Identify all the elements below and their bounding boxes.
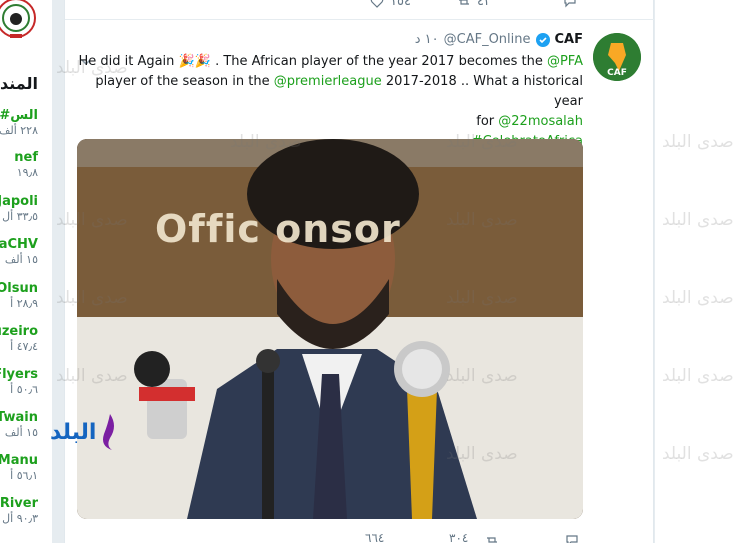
mention-mosalah[interactable]: @22mosalah xyxy=(498,114,583,129)
trend-count: ٢٨٫٩ أ xyxy=(10,297,38,310)
trend-count: ١٥ ألف xyxy=(4,426,38,439)
mention-premierleague[interactable]: @premierleague xyxy=(274,74,382,89)
press-conference-photo xyxy=(77,139,583,519)
tweet-display-name[interactable]: CAF xyxy=(555,32,583,47)
reply-icon xyxy=(564,0,576,8)
trend-count: ٥٠٫٦ أ xyxy=(10,383,38,396)
trends-panel: المند #الس ٢٢٨ ألف nef ١٩٫٨ Japoli ٣٣٫٥ … xyxy=(0,0,52,543)
tweet-likes-count: ٦٦٤ xyxy=(365,531,385,543)
trend-item[interactable]: Flyers ٥٠٫٦ أ xyxy=(0,367,38,397)
party-emoji: 🎉🎉 xyxy=(178,54,211,69)
trend-item[interactable]: aCHV ١٥ ألف xyxy=(0,237,38,267)
site-logo-text: البلد xyxy=(50,420,97,445)
trend-count: ١٥ ألف xyxy=(4,253,38,266)
avatar[interactable]: CAF xyxy=(593,33,641,81)
tweet-text-segment: He did it Again xyxy=(78,54,175,69)
previous-likes-count: ١٥٤ xyxy=(390,0,411,9)
tweet-retweets-count: ٣٠٤ xyxy=(449,531,469,543)
previous-likes[interactable]: ١٥٤ xyxy=(370,0,411,9)
tweet-photo[interactable]: Offic onsor xyxy=(77,139,583,519)
site-logo: البلد xyxy=(50,408,122,454)
trend-item[interactable]: River ٩٠٫٣ أل xyxy=(0,496,38,526)
tweet-handle[interactable]: @CAF_Online xyxy=(444,32,531,47)
trend-count: ٤٧٫٤ أ xyxy=(10,340,38,353)
trend-item[interactable]: Twain ١٥ ألف xyxy=(0,410,38,440)
caf-logo-icon: CAF xyxy=(593,33,641,81)
previous-retweets[interactable]: ٤٢ xyxy=(457,0,491,9)
trend-name[interactable]: Twain xyxy=(0,410,38,426)
trend-name[interactable]: Manu xyxy=(0,453,38,469)
previous-tweet-actions: ١٥٤ ٤٢ xyxy=(65,0,655,20)
trend-name[interactable]: #الس xyxy=(0,108,38,124)
background-sponsor-text: Offic onsor xyxy=(155,207,401,251)
retweet-icon xyxy=(459,0,469,5)
timeline: ١٥٤ ٤٢ CAF ١٠ د @CAF_Online CAF He did i… xyxy=(64,0,655,543)
heart-icon xyxy=(370,0,384,8)
trend-count: ٩٠٫٣ أل xyxy=(2,512,38,525)
trend-item[interactable]: #الس ٢٢٨ ألف xyxy=(0,108,38,138)
tweet-text-segment: 2017-2018 .. What a historical year xyxy=(381,74,583,109)
tweet[interactable]: CAF ١٠ د @CAF_Online CAF He did it Again… xyxy=(65,21,655,543)
trend-count: ١٩٫٨ xyxy=(16,166,38,179)
tweet-text-segment: for xyxy=(476,114,499,129)
trend-name[interactable]: aCHV xyxy=(0,237,38,253)
trend-name[interactable]: River xyxy=(0,496,38,512)
trend-item[interactable]: uzeiro ٤٧٫٤ أ xyxy=(0,324,38,354)
right-sidebar xyxy=(655,0,743,543)
tweet-text-segment: player of the season in the xyxy=(95,74,274,89)
previous-reply[interactable] xyxy=(563,0,577,8)
svg-text:CAF: CAF xyxy=(607,68,627,78)
trend-name[interactable]: Japoli xyxy=(0,194,38,210)
tweet-likes[interactable]: ٦٦٤ xyxy=(365,531,384,543)
trend-item[interactable]: nef ١٩٫٨ xyxy=(14,150,38,180)
trend-name[interactable]: uzeiro xyxy=(0,324,38,340)
previous-retweets-count: ٤٢ xyxy=(477,0,491,9)
reply-icon[interactable] xyxy=(565,533,579,543)
trends-title: المند xyxy=(0,74,38,93)
trend-item[interactable]: Japoli ٣٣٫٥ أل xyxy=(0,194,38,224)
tweet-text: He did it Again 🎉🎉 . The African player … xyxy=(63,52,583,152)
retweet-icon[interactable] xyxy=(485,533,499,543)
verified-icon xyxy=(535,32,550,47)
tweet-retweets[interactable]: ٣٠٤ xyxy=(449,531,468,543)
mention-pfa[interactable]: @PFA xyxy=(547,54,583,69)
tweet-time[interactable]: ١٠ د xyxy=(415,32,439,47)
trend-item[interactable]: Manu ٥٦٫١ أ xyxy=(0,453,38,483)
tweet-header: ١٠ د @CAF_Online CAF xyxy=(415,32,583,47)
trend-count: ٥٦٫١ أ xyxy=(10,469,38,482)
federation-logo xyxy=(0,0,36,38)
trend-count: ٣٣٫٥ أل xyxy=(2,210,38,223)
trend-name[interactable]: Olsun xyxy=(0,281,38,297)
trend-count: ٢٢٨ ألف xyxy=(0,124,38,137)
trend-name[interactable]: nef xyxy=(14,150,38,166)
tweet-text-segment: . The African player of the year 2017 be… xyxy=(215,54,547,69)
flame-icon xyxy=(103,414,114,450)
trend-item[interactable]: Olsun ٢٨٫٩ أ xyxy=(0,281,38,311)
trend-name[interactable]: Flyers xyxy=(0,367,38,383)
